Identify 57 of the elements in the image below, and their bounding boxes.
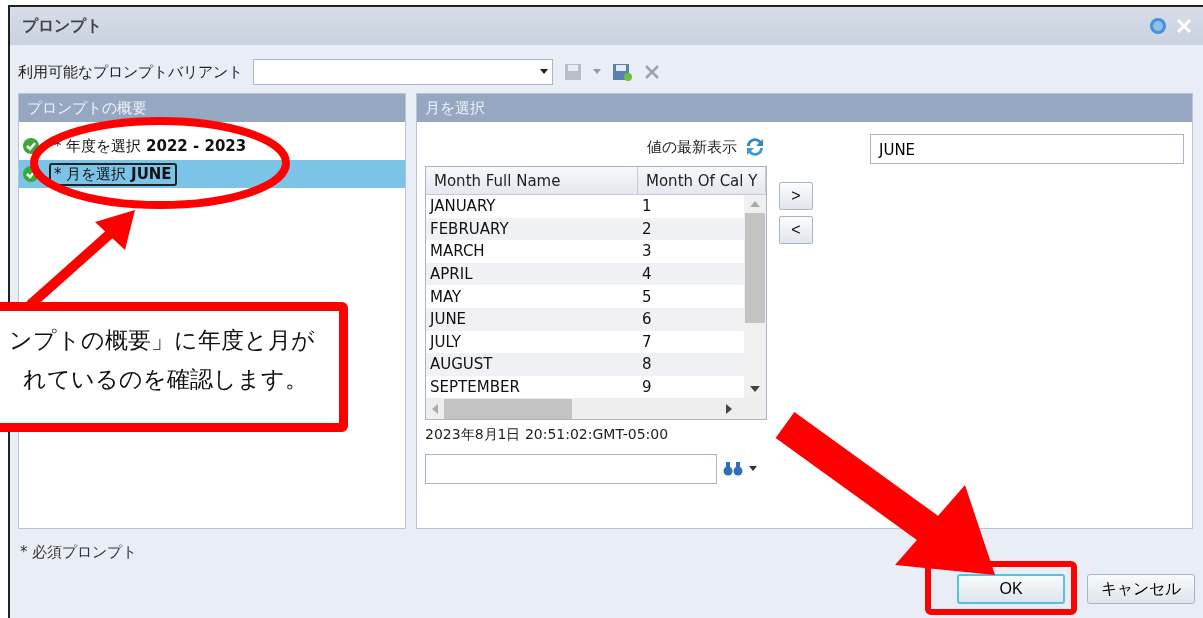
table-cell-text: 9 <box>641 378 653 397</box>
save-icon[interactable] <box>563 62 583 82</box>
caret-icon[interactable] <box>749 466 757 472</box>
table-cell-text: 8 <box>641 355 653 374</box>
table-cell-text: 7 <box>641 332 653 351</box>
column-header[interactable]: Month Of Cal Y <box>638 167 766 194</box>
delete-icon[interactable] <box>643 63 661 81</box>
table-row[interactable]: JUNE 6 <box>426 307 744 331</box>
table-cell-text: MARCH <box>429 242 486 261</box>
check-icon <box>23 138 39 154</box>
table-cell-text: AUGUST <box>429 355 494 374</box>
table-cell-text: 6 <box>641 310 653 329</box>
table-cell-text: JANUARY <box>428 197 497 216</box>
table-cell-text: 4 <box>641 265 653 284</box>
panel-header: 月を選択 <box>417 94 1192 122</box>
table-cell-text: FEBRUARY <box>429 219 510 238</box>
scroll-right-icon[interactable] <box>726 403 732 414</box>
move-button[interactable]: < <box>779 216 813 244</box>
cancel-button[interactable]: キャンセル <box>1087 574 1195 604</box>
table-cell-text: MAY <box>429 287 463 306</box>
table-cell-text: 3 <box>641 242 653 261</box>
window-title: プロンプト <box>22 15 103 37</box>
table-cell-text: 2 <box>641 219 653 238</box>
table-cell-text: 5 <box>641 287 653 306</box>
timestamp: 2023年8月1日 20:51:02:GMT-05:00 <box>425 426 670 444</box>
binoculars-icon[interactable] <box>723 461 743 477</box>
prompt-item-text: * 月を選択 JUNE <box>49 162 177 186</box>
variant-label: 利用可能なプロンプトバリアント <box>18 62 243 82</box>
table-cell-text: SEPTEMBER <box>429 378 521 397</box>
refresh-values-link[interactable]: 値の最新表示 <box>647 137 737 157</box>
required-note: * 必須プロンプト <box>19 542 139 562</box>
table-cell-text: JUNE <box>428 310 468 329</box>
vertical-scrollbar[interactable] <box>744 195 766 399</box>
move-button[interactable]: > <box>779 182 813 210</box>
scroll-up-icon[interactable] <box>750 201 760 207</box>
ok-button[interactable]: OK <box>957 574 1065 604</box>
scroll-down-icon[interactable] <box>750 386 760 393</box>
prompt-item[interactable]: * 月を選択 JUNE <box>19 160 405 188</box>
table-row[interactable]: FEBRUARY 2 <box>426 217 744 241</box>
horizontal-scrollbar[interactable] <box>426 398 766 419</box>
scroll-left-icon[interactable] <box>432 403 438 414</box>
callout-text: ンプトの概要」に年度と月が <box>9 326 316 355</box>
search-field[interactable] <box>425 454 717 484</box>
table-cell-text: APRIL <box>429 265 474 284</box>
selected-value-field[interactable]: JUNE <box>870 134 1184 164</box>
caret-icon <box>540 69 548 75</box>
column-header[interactable]: Month Full Name <box>426 167 638 194</box>
table-cell-text: 1 <box>641 197 653 216</box>
close-icon[interactable] <box>1175 17 1193 35</box>
check-icon <box>23 166 39 182</box>
variant-dropdown[interactable] <box>253 59 553 85</box>
panel-header: プロンプトの概要 <box>19 94 405 122</box>
table-row[interactable]: AUGUST 8 <box>426 353 744 376</box>
save-as-icon[interactable] <box>611 62 633 82</box>
table-cell-text: JULY <box>428 332 462 351</box>
callout-text: れているのを確認します。 <box>22 365 309 394</box>
table-row[interactable]: APRIL 4 <box>426 262 744 286</box>
